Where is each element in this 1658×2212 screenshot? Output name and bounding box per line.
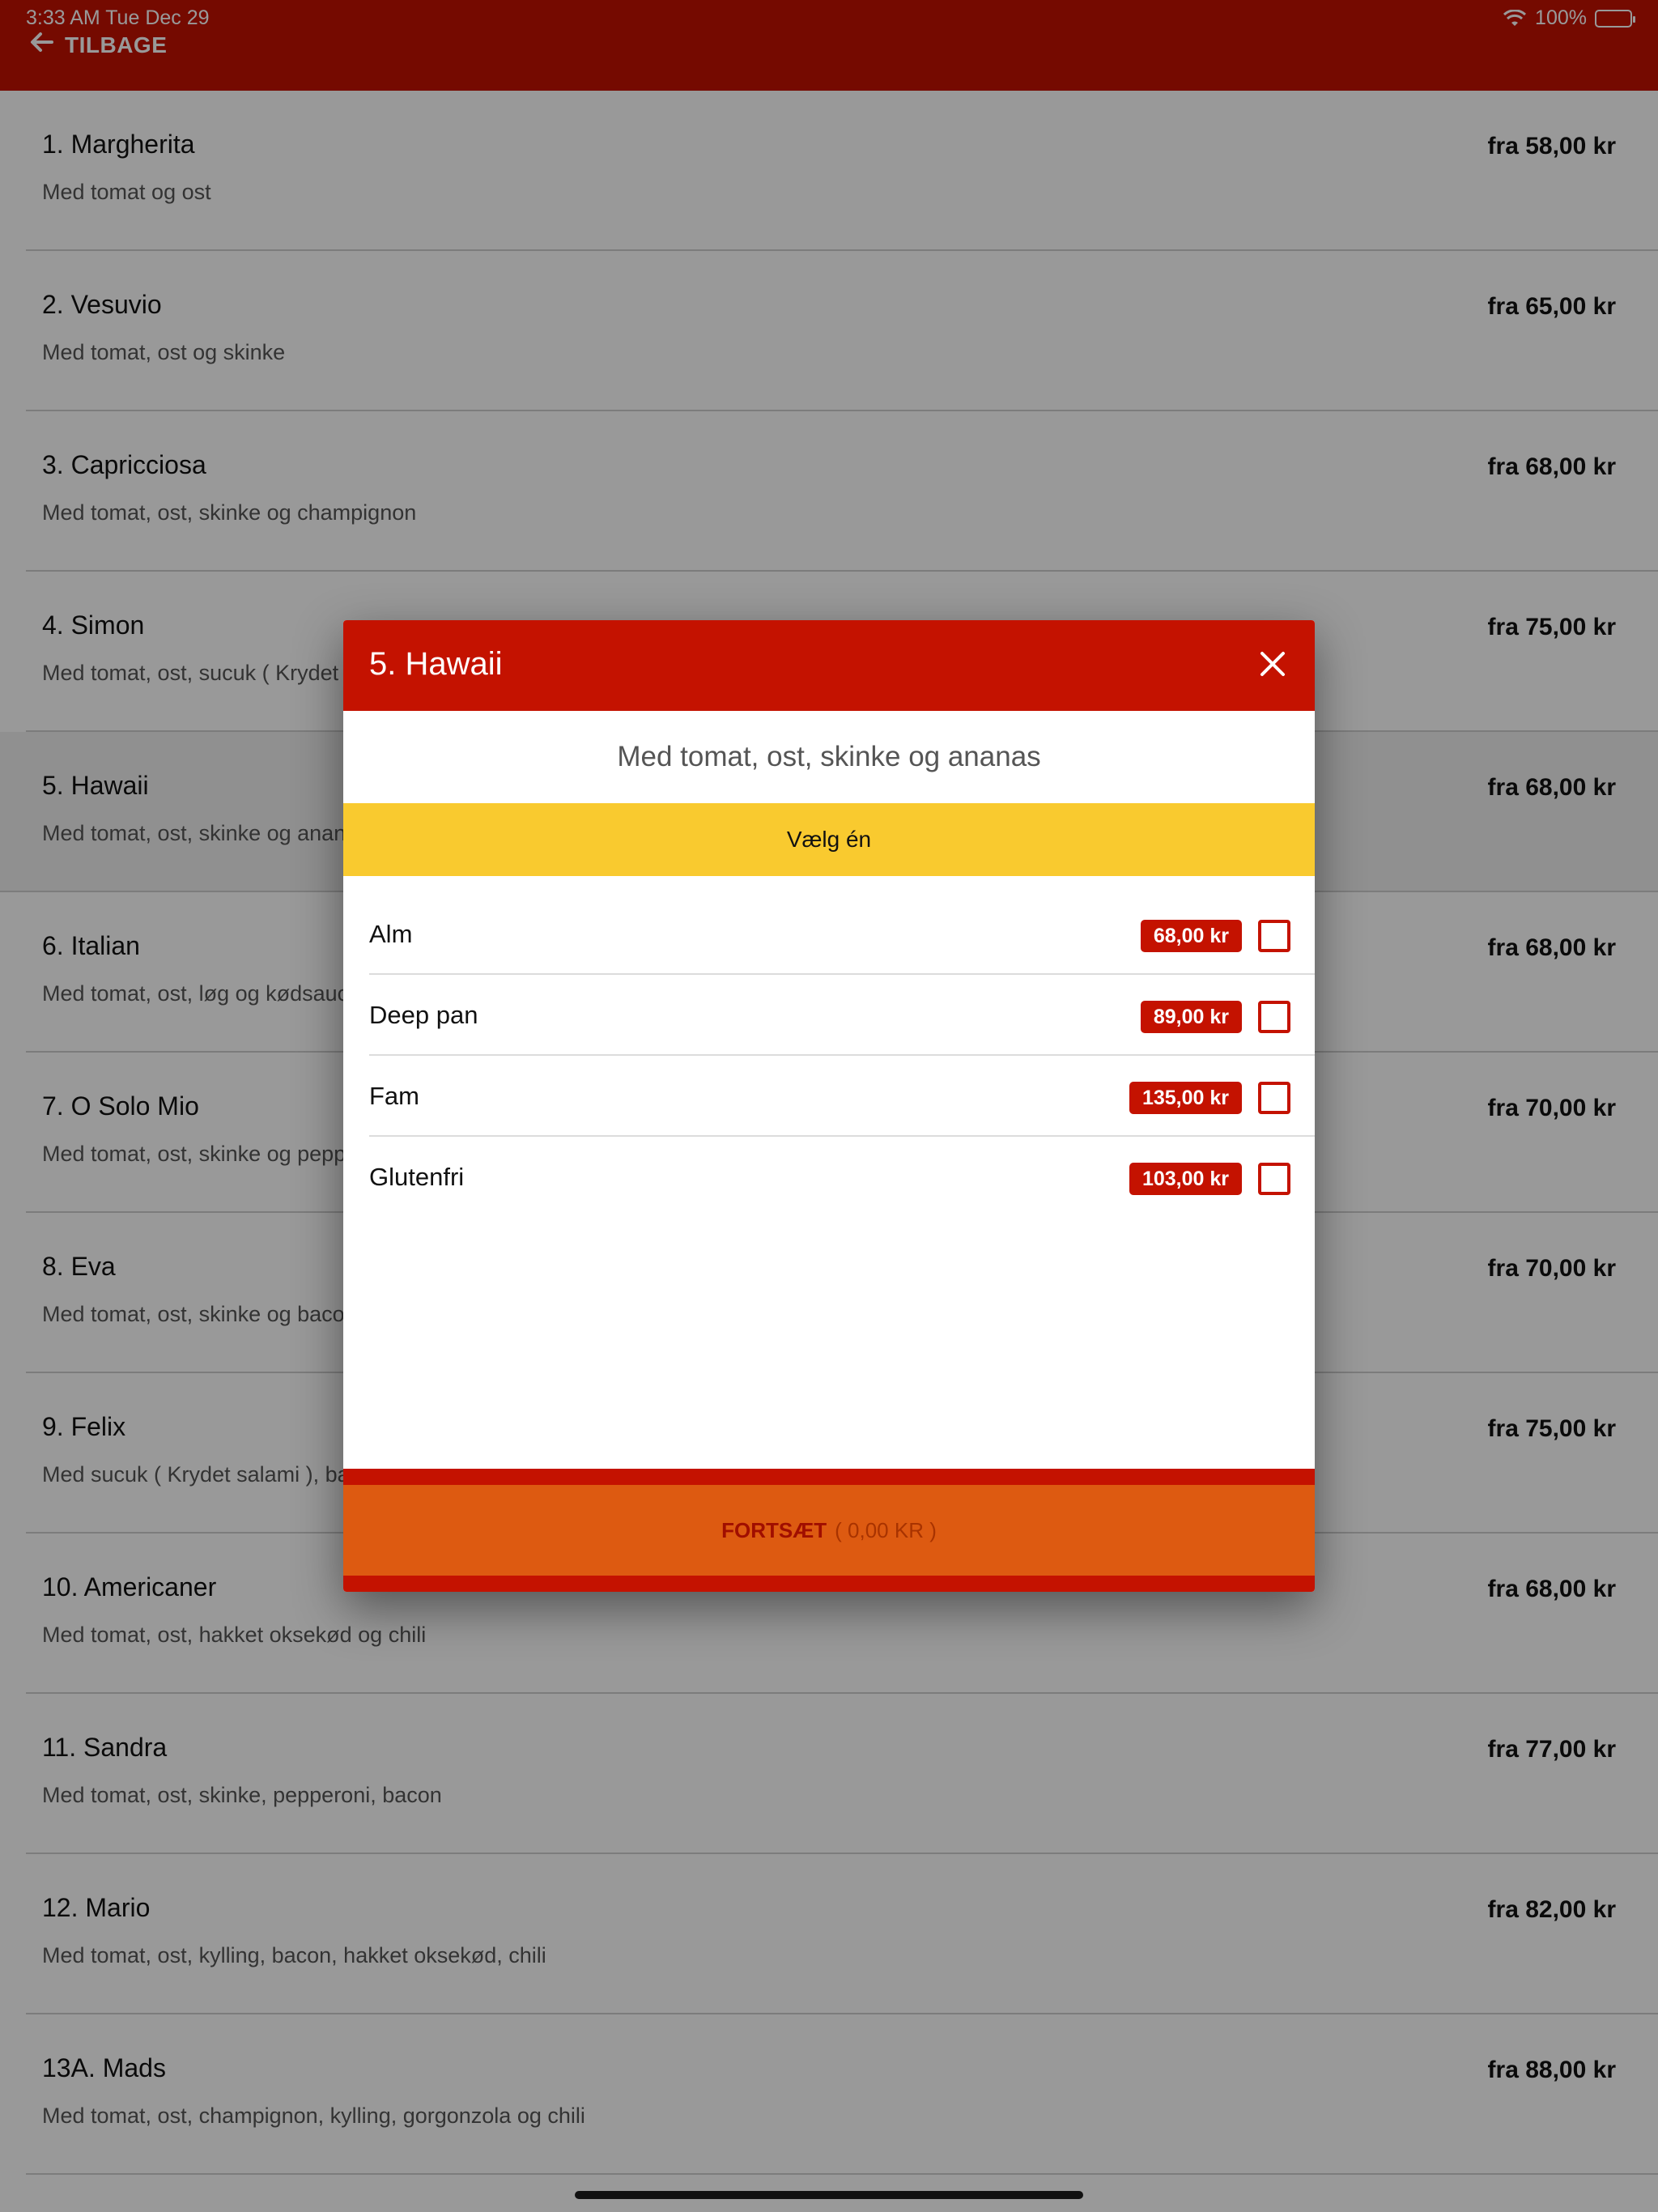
continue-total: ( 0,00 KR )	[835, 1517, 937, 1542]
close-icon	[1259, 650, 1286, 682]
choose-one-bar: Vælg én	[343, 803, 1315, 876]
size-option-alm[interactable]: Alm 68,00 kr	[369, 894, 1315, 975]
continue-label: FORTSÆT	[721, 1517, 827, 1542]
size-option-glutenfri[interactable]: Glutenfri 103,00 kr	[369, 1137, 1315, 1218]
modal-footer: FORTSÆT ( 0,00 KR )	[343, 1469, 1315, 1592]
size-options: Alm 68,00 kr Deep pan 89,00 kr Fam 135,0…	[343, 876, 1315, 1218]
modal-header: 5. Hawaii	[343, 620, 1315, 711]
option-name: Deep pan	[369, 1001, 478, 1029]
size-option-fam[interactable]: Fam 135,00 kr	[369, 1056, 1315, 1137]
modal-description: Med tomat, ost, skinke og ananas	[617, 741, 1041, 772]
option-name: Fam	[369, 1082, 419, 1110]
size-option-deep-pan[interactable]: Deep pan 89,00 kr	[369, 975, 1315, 1056]
option-price-badge: 135,00 kr	[1129, 1082, 1242, 1114]
option-name: Alm	[369, 920, 413, 948]
modal-title: 5. Hawaii	[369, 646, 503, 682]
option-price-badge: 89,00 kr	[1140, 1001, 1242, 1033]
product-options-modal: 5. Hawaii Med tomat, ost, skinke og anan…	[343, 620, 1315, 1592]
option-price-badge: 68,00 kr	[1140, 920, 1242, 952]
option-price-badge: 103,00 kr	[1129, 1163, 1242, 1195]
close-button[interactable]	[1248, 641, 1297, 690]
checkbox-icon[interactable]	[1258, 1082, 1290, 1114]
checkbox-icon[interactable]	[1258, 920, 1290, 952]
checkbox-icon[interactable]	[1258, 1001, 1290, 1033]
choose-one-label: Vælg én	[786, 827, 872, 852]
continue-button[interactable]: FORTSÆT ( 0,00 KR )	[343, 1485, 1315, 1576]
option-name: Glutenfri	[369, 1163, 465, 1191]
home-indicator[interactable]	[575, 2191, 1083, 2199]
checkbox-icon[interactable]	[1258, 1163, 1290, 1195]
